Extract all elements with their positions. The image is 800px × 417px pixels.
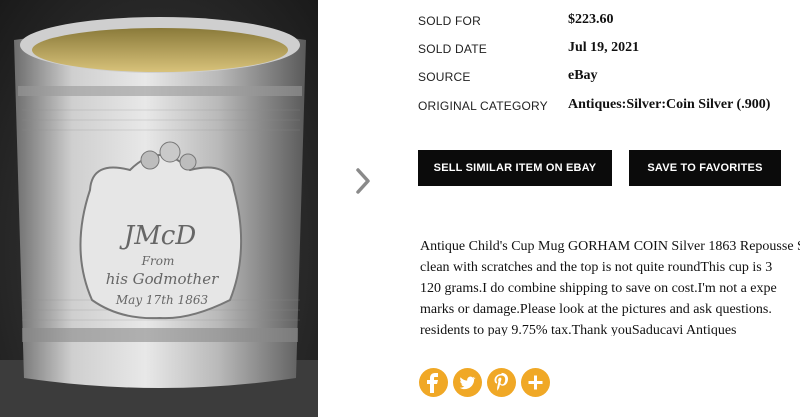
sell-similar-button[interactable]: SELL SIMILAR ITEM ON EBAY — [418, 150, 612, 186]
category-value: Antiques:Silver:Coin Silver (.900) — [568, 97, 771, 112]
category-row: ORIGINAL CATEGORY Antiques:Silver:Coin S… — [418, 97, 798, 119]
description-line: clean with scratches and the top is not … — [420, 260, 773, 275]
more-share-icon[interactable] — [521, 368, 550, 397]
svg-text:From: From — [141, 254, 175, 268]
source-value: eBay — [568, 68, 598, 83]
description-line: 120 grams.I do combine shipping to save … — [420, 281, 777, 296]
sold-date-label: SOLD DATE — [418, 42, 487, 56]
next-image-chevron-right-icon[interactable] — [352, 166, 376, 196]
svg-text:JMcD: JMcD — [119, 221, 197, 251]
sold-for-row: SOLD FOR $223.60 — [418, 12, 798, 34]
social-share-bar — [419, 368, 550, 397]
sold-date-row: SOLD DATE Jul 19, 2021 — [418, 40, 798, 62]
save-to-favorites-button[interactable]: SAVE TO FAVORITES — [629, 150, 781, 186]
item-description: Antique Child's Cup Mug GORHAM COIN Silv… — [420, 236, 800, 336]
silver-cup-image: JMcD From his Godmother May 17th 1863 — [0, 17, 318, 417]
description-line: residents to pay 9.75% tax.Thank youSadu… — [420, 323, 737, 336]
sold-for-label: SOLD FOR — [418, 14, 481, 28]
svg-text:May 17th 1863: May 17th 1863 — [115, 293, 209, 307]
sold-date-value: Jul 19, 2021 — [568, 40, 640, 55]
source-label: SOURCE — [418, 70, 471, 84]
description-line: marks or damage.Please look at the pictu… — [420, 302, 772, 317]
sold-for-value: $223.60 — [568, 12, 614, 27]
facebook-icon[interactable] — [419, 368, 448, 397]
source-row: SOURCE eBay — [418, 68, 798, 90]
product-photo[interactable]: JMcD From his Godmother May 17th 1863 — [0, 0, 318, 417]
category-label: ORIGINAL CATEGORY — [418, 99, 548, 113]
description-line: Antique Child's Cup Mug GORHAM COIN Silv… — [420, 239, 800, 254]
twitter-icon[interactable] — [453, 368, 482, 397]
svg-text:his Godmother: his Godmother — [106, 270, 219, 288]
pinterest-icon[interactable] — [487, 368, 516, 397]
